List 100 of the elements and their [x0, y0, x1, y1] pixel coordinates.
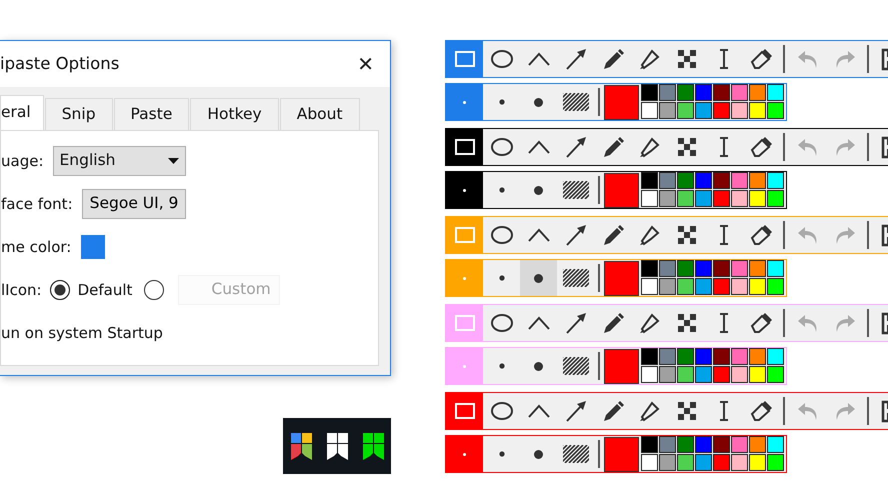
color-swatch[interactable]	[749, 190, 766, 207]
color-swatch[interactable]	[641, 366, 658, 383]
color-swatch[interactable]	[713, 366, 730, 383]
font-button[interactable]: Segoe UI, 9	[82, 189, 186, 219]
checkbox-label[interactable]: un on system Startup	[1, 322, 163, 344]
color-swatch[interactable]	[713, 102, 730, 119]
color-swatch[interactable]	[677, 454, 694, 471]
color-swatch[interactable]	[641, 278, 658, 295]
color-swatch[interactable]	[713, 190, 730, 207]
color-swatch[interactable]	[767, 436, 784, 453]
color-swatch[interactable]	[749, 278, 766, 295]
radio-button[interactable]	[50, 280, 70, 300]
color-swatch[interactable]	[749, 436, 766, 453]
color-swatch[interactable]	[731, 102, 748, 119]
color-swatch[interactable]	[731, 348, 748, 365]
color-swatch[interactable]	[695, 172, 712, 189]
color-swatch[interactable]	[695, 260, 712, 277]
color-swatch[interactable]	[695, 102, 712, 119]
tab[interactable]: About	[280, 98, 360, 130]
radio-label[interactable]: Default	[78, 278, 132, 302]
color-swatch[interactable]	[767, 102, 784, 119]
color-swatch[interactable]	[641, 172, 658, 189]
tool-button[interactable]	[446, 129, 483, 165]
bookmark-icon[interactable]	[326, 432, 348, 460]
color-swatch[interactable]	[641, 102, 658, 119]
color-swatch[interactable]	[731, 190, 748, 207]
color-swatch[interactable]	[713, 454, 730, 471]
size-button[interactable]	[520, 260, 557, 296]
bookmark-icon[interactable]	[362, 432, 384, 460]
current-color-swatch[interactable]	[604, 172, 639, 208]
color-swatch[interactable]	[731, 84, 748, 101]
color-swatch[interactable]	[695, 436, 712, 453]
language-dropdown[interactable]: English	[52, 146, 186, 176]
color-swatch[interactable]	[749, 102, 766, 119]
tab[interactable]: Snip	[44, 98, 113, 130]
color-swatch[interactable]	[659, 84, 676, 101]
color-swatch[interactable]	[677, 102, 694, 119]
color-swatch[interactable]	[767, 84, 784, 101]
radio-button[interactable]	[144, 280, 164, 300]
color-swatch[interactable]	[713, 278, 730, 295]
color-swatch[interactable]	[659, 172, 676, 189]
color-swatch[interactable]	[749, 366, 766, 383]
current-color-swatch[interactable]	[604, 436, 639, 472]
color-swatch[interactable]	[641, 436, 658, 453]
color-swatch[interactable]	[677, 348, 694, 365]
color-swatch[interactable]	[695, 366, 712, 383]
color-swatch[interactable]	[767, 348, 784, 365]
color-swatch[interactable]	[767, 172, 784, 189]
color-swatch[interactable]	[767, 366, 784, 383]
color-swatch[interactable]	[677, 190, 694, 207]
color-swatch[interactable]	[767, 190, 784, 207]
color-swatch[interactable]	[659, 454, 676, 471]
color-swatch[interactable]	[641, 348, 658, 365]
color-swatch[interactable]	[659, 348, 676, 365]
color-swatch[interactable]	[749, 348, 766, 365]
color-swatch[interactable]	[659, 260, 676, 277]
color-swatch[interactable]	[731, 366, 748, 383]
current-color-swatch[interactable]	[604, 84, 639, 120]
color-swatch[interactable]	[767, 454, 784, 471]
color-swatch[interactable]	[731, 454, 748, 471]
color-swatch[interactable]	[641, 190, 658, 207]
color-swatch[interactable]	[713, 436, 730, 453]
color-swatch[interactable]	[713, 260, 730, 277]
color-swatch[interactable]	[641, 84, 658, 101]
color-swatch[interactable]	[713, 172, 730, 189]
color-swatch[interactable]	[677, 172, 694, 189]
current-color-swatch[interactable]	[604, 260, 639, 296]
color-swatch[interactable]	[731, 278, 748, 295]
color-swatch[interactable]	[677, 260, 694, 277]
color-swatch[interactable]	[81, 235, 106, 259]
color-swatch[interactable]	[659, 102, 676, 119]
color-swatch[interactable]	[695, 190, 712, 207]
color-swatch[interactable]	[749, 260, 766, 277]
bookmark-icon[interactable]	[290, 432, 312, 460]
color-swatch[interactable]	[695, 454, 712, 471]
color-swatch[interactable]	[659, 436, 676, 453]
close-button[interactable]: ✕	[353, 54, 378, 74]
color-swatch[interactable]	[695, 348, 712, 365]
color-swatch[interactable]	[677, 84, 694, 101]
color-swatch[interactable]	[713, 348, 730, 365]
current-color-swatch[interactable]	[604, 348, 639, 384]
color-swatch[interactable]	[659, 366, 676, 383]
tab[interactable]: Paste	[114, 98, 190, 130]
color-swatch[interactable]	[659, 278, 676, 295]
color-swatch[interactable]	[677, 436, 694, 453]
color-swatch[interactable]	[695, 278, 712, 295]
color-swatch[interactable]	[659, 190, 676, 207]
color-swatch[interactable]	[713, 84, 730, 101]
color-swatch[interactable]	[731, 260, 748, 277]
color-swatch[interactable]	[695, 84, 712, 101]
color-swatch[interactable]	[767, 260, 784, 277]
color-swatch[interactable]	[677, 366, 694, 383]
color-swatch[interactable]	[749, 172, 766, 189]
color-swatch[interactable]	[749, 454, 766, 471]
color-swatch[interactable]	[677, 278, 694, 295]
color-swatch[interactable]	[641, 260, 658, 277]
color-swatch[interactable]	[731, 436, 748, 453]
color-swatch[interactable]	[767, 278, 784, 295]
tab[interactable]: Hotkey	[190, 98, 279, 130]
tab[interactable]: eral	[0, 95, 44, 130]
